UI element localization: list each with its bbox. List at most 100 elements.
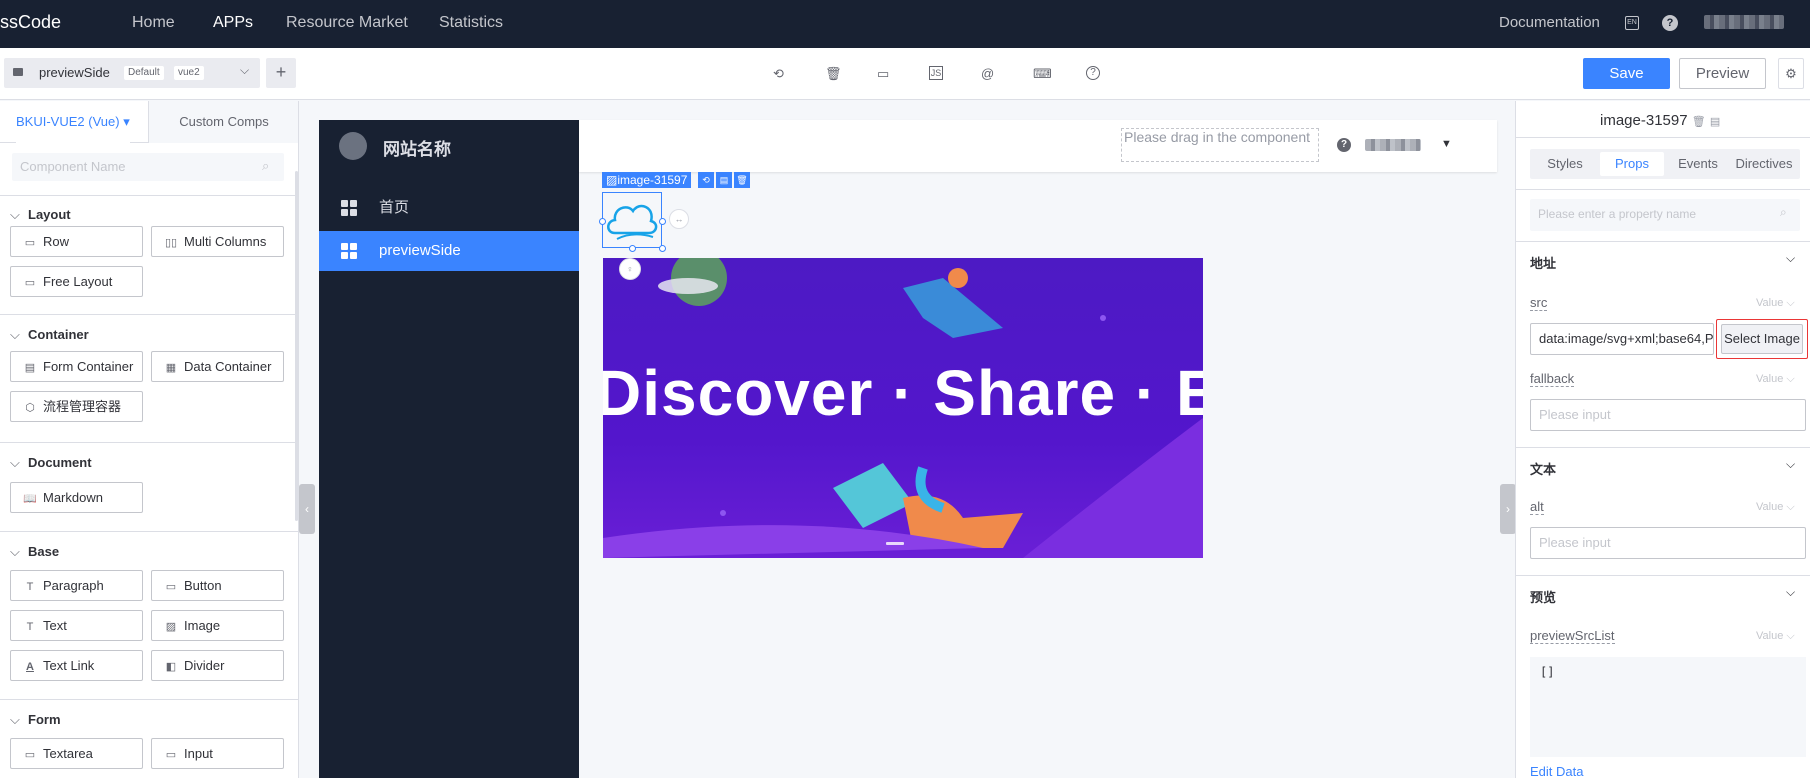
comp-row[interactable]: ▭ Row xyxy=(10,226,143,257)
comp-button[interactable]: ▭ Button xyxy=(151,570,284,601)
value-type-dropdown[interactable]: Value ⌵ xyxy=(1756,630,1795,643)
chevron-down-icon[interactable]: ⌵ xyxy=(1786,251,1795,266)
caret-down-icon: ▾ xyxy=(123,114,130,129)
comp-image[interactable]: ▨ Image xyxy=(151,610,284,641)
design-canvas[interactable]: 网站名称 首页 previewSide Please drag in the c… xyxy=(319,120,1497,778)
chevron-down-icon[interactable]: ⌵ xyxy=(1786,585,1795,600)
delete-icon[interactable]: 🗑 xyxy=(734,172,750,188)
property-search-input[interactable]: Please enter a property name ⌕ xyxy=(1530,199,1800,231)
comp-text[interactable]: T Text xyxy=(10,610,143,641)
tab-directives[interactable]: Directives xyxy=(1732,152,1796,176)
comp-form-container[interactable]: ▤ Form Container xyxy=(10,351,143,382)
src-input[interactable]: data:image/svg+xml;base64,PHN2Zy xyxy=(1530,323,1714,355)
previewsrclist-editor[interactable]: [] xyxy=(1530,657,1806,757)
component-search-input[interactable]: Component Name ⌕ xyxy=(12,153,284,181)
collapse-left-icon[interactable]: ‹ xyxy=(299,484,315,534)
delete-icon[interactable]: 🗑 xyxy=(825,66,842,81)
value-type-dropdown[interactable]: Value ⌵ xyxy=(1756,297,1795,310)
group-base-header[interactable]: ⌵ Base xyxy=(10,544,59,560)
search-icon: ⌕ xyxy=(1780,205,1787,219)
comp-flow-container[interactable]: ⬡ 流程管理容器 xyxy=(10,391,143,422)
group-form-header[interactable]: ⌵ Form xyxy=(10,712,61,728)
help-icon[interactable]: ? xyxy=(1662,15,1678,31)
comp-paragraph[interactable]: T Paragraph xyxy=(10,570,143,601)
menu-item-label: previewSide xyxy=(379,242,461,259)
tab-bkui-vue2-label: BKUI-VUE2 (Vue) xyxy=(16,114,120,129)
nav-apps[interactable]: APPs xyxy=(213,14,253,32)
section-preview-header[interactable]: 预览 xyxy=(1530,587,1556,606)
value-type-dropdown[interactable]: Value ⌵ xyxy=(1756,373,1795,386)
at-icon[interactable]: @ xyxy=(981,66,995,81)
selected-component-label[interactable]: ▨image-31597 xyxy=(602,172,692,188)
nav-resource-market[interactable]: Resource Market xyxy=(286,14,408,32)
settings-gear-icon[interactable]: ⚙ xyxy=(1778,58,1804,89)
comp-free-layout[interactable]: ▭ Free Layout xyxy=(10,266,143,297)
comp-multi-columns[interactable]: ▯▯ Multi Columns xyxy=(151,226,284,257)
menu-item-previewside[interactable]: previewSide xyxy=(319,231,579,271)
comp-text-link[interactable]: A Text Link xyxy=(10,650,143,681)
nav-home[interactable]: Home xyxy=(132,14,175,32)
calendar-icon[interactable]: ▭ xyxy=(877,66,891,81)
drop-zone[interactable]: Please drag in the component xyxy=(1121,128,1319,162)
language-icon[interactable]: EN xyxy=(1625,16,1639,30)
brand-logo[interactable]: ssCode xyxy=(0,12,61,33)
resize-handle[interactable] xyxy=(659,245,666,252)
tab-styles[interactable]: Styles xyxy=(1533,152,1597,176)
user-avatar-name[interactable] xyxy=(1704,15,1784,29)
resize-handle[interactable] xyxy=(599,218,606,225)
keyboard-icon[interactable]: ⌨ xyxy=(1033,66,1052,81)
chevron-down-icon[interactable]: ⌵ xyxy=(1786,457,1795,472)
divider xyxy=(1516,447,1810,448)
value-type-dropdown[interactable]: Value ⌵ xyxy=(1756,501,1795,514)
add-page-button[interactable]: + xyxy=(266,58,296,88)
delete-icon[interactable]: 🗑 xyxy=(1692,116,1706,128)
comp-textarea[interactable]: ▭ Textarea xyxy=(10,738,143,769)
edit-data-link[interactable]: Edit Data xyxy=(1530,764,1583,778)
alt-input[interactable]: Please input xyxy=(1530,527,1806,559)
divider xyxy=(0,195,298,196)
undo-icon[interactable]: ⟲ xyxy=(773,66,787,81)
text-icon: T xyxy=(26,621,34,633)
selected-image-component[interactable] xyxy=(602,192,662,248)
collapse-right-icon[interactable]: › xyxy=(1500,484,1516,534)
page-icon xyxy=(13,68,23,76)
copy-icon[interactable]: ▤ xyxy=(1710,116,1720,128)
row-icon: ▭ xyxy=(24,237,36,249)
js-icon[interactable]: JS xyxy=(929,66,943,80)
chevron-down-icon: ⌵ xyxy=(10,544,20,559)
scrollbar[interactable] xyxy=(295,171,298,521)
comp-data-container[interactable]: ▦ Data Container xyxy=(151,351,284,382)
component-lib-tabs: BKUI-VUE2 (Vue) ▾ Custom Comps xyxy=(0,101,298,143)
width-adjust-icon[interactable]: ↔ xyxy=(669,209,689,229)
documentation-link[interactable]: Documentation xyxy=(1499,14,1600,31)
menu-item-home[interactable]: 首页 xyxy=(319,188,579,228)
tab-bkui-vue2[interactable]: BKUI-VUE2 (Vue) ▾ xyxy=(16,101,130,143)
group-document-header[interactable]: ⌵ Document xyxy=(10,455,92,471)
section-address-header[interactable]: 地址 xyxy=(1530,253,1556,272)
resize-handle[interactable] xyxy=(629,245,636,252)
group-container-header[interactable]: ⌵ Container xyxy=(10,327,89,343)
comp-input[interactable]: ▭ Input xyxy=(151,738,284,769)
help-icon[interactable]: ? xyxy=(1337,138,1351,152)
site-logo-icon xyxy=(339,132,367,160)
copy-icon[interactable]: ⟲ xyxy=(698,172,714,188)
preview-button[interactable]: Preview xyxy=(1679,58,1766,89)
nav-statistics[interactable]: Statistics xyxy=(439,14,503,32)
section-text-header[interactable]: 文本 xyxy=(1530,459,1556,478)
tab-props[interactable]: Props xyxy=(1600,152,1664,176)
save-button[interactable]: Save xyxy=(1583,58,1670,89)
copy-props-icon[interactable]: ▤ xyxy=(716,172,732,188)
help-icon[interactable]: ? xyxy=(1086,66,1100,80)
preview-user[interactable] xyxy=(1365,139,1421,151)
comp-divider[interactable]: ◧ Divider xyxy=(151,650,284,681)
group-layout-header[interactable]: ⌵ Layout xyxy=(10,207,71,223)
bulb-icon[interactable]: ♀ xyxy=(619,258,641,280)
select-image-button[interactable]: Select Image xyxy=(1721,324,1803,354)
tab-custom-comps[interactable]: Custom Comps xyxy=(148,101,298,143)
resize-handle[interactable] xyxy=(659,218,666,225)
page-selector[interactable]: previewSide Default vue2 ⌵ xyxy=(4,58,260,88)
fallback-input[interactable]: Please input xyxy=(1530,399,1806,431)
tab-events[interactable]: Events xyxy=(1666,152,1730,176)
comp-markdown[interactable]: 📖 Markdown xyxy=(10,482,143,513)
caret-down-icon[interactable]: ▼ xyxy=(1441,138,1452,150)
